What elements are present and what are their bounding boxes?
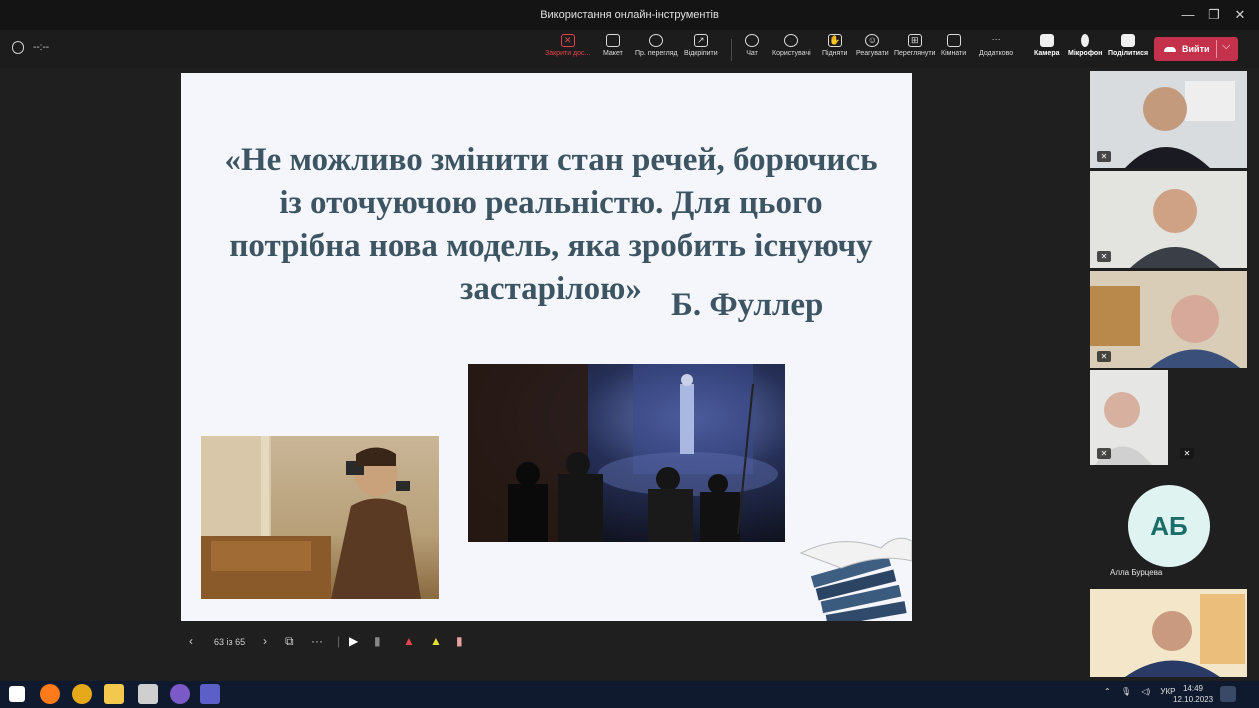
windows-start-icon[interactable] [9, 686, 25, 702]
toolbar-separator [731, 39, 732, 61]
eraser-icon[interactable]: ▮ [456, 634, 463, 648]
slide-author: Б. Фуллер [671, 287, 824, 323]
firefox-icon[interactable] [40, 684, 60, 704]
shared-slide: «Не можливо змінити стан речей, борючись… [181, 73, 912, 621]
pointer-tool-icon[interactable]: ▶ [349, 634, 358, 648]
stop-sharing-button[interactable]: ✕ Закрити дос... [545, 34, 590, 66]
avatar: АБ [1128, 485, 1210, 567]
teams-icon[interactable] [200, 684, 220, 704]
mic-off-icon: ✕ [1097, 351, 1111, 362]
highlighter-icon[interactable]: ▲ [430, 634, 442, 648]
raise-hand-button[interactable]: ✋ Підняти [822, 34, 847, 66]
windows-taskbar: ⌃ 🎙 ◁) УКР 14:49 12.10.2023 [0, 681, 1259, 708]
maximize-icon[interactable]: ❐ [1204, 6, 1224, 24]
share-icon [1121, 34, 1136, 47]
chat-icon [745, 34, 759, 47]
layout-icon [605, 34, 620, 47]
title-bar: Використання онлайн-інструментів — ❐ ✕ [0, 0, 1259, 30]
pen-gray-icon[interactable]: ▮ [374, 634, 381, 648]
people-button[interactable]: Користувачі [772, 34, 811, 66]
pop-out-icon: ↗ [693, 34, 708, 47]
participant-tile-1[interactable]: ✕ [1090, 71, 1247, 168]
eye-icon [649, 34, 664, 47]
window-title: Використання онлайн-інструментів [540, 9, 719, 21]
notifications-icon[interactable] [1220, 686, 1236, 702]
mic-off-icon: ✕ [1180, 448, 1194, 459]
chevron-down-icon[interactable]: ⌵ [1222, 40, 1230, 53]
chrome-icon[interactable] [72, 684, 92, 704]
more-button[interactable]: ··· Додатково [979, 34, 1013, 66]
mic-button[interactable]: Мікрофон [1068, 34, 1102, 66]
mic-off-icon: ✕ [1097, 448, 1111, 459]
phone-hangup-icon [1164, 46, 1176, 52]
participant-tile-4[interactable]: ✕ [1090, 370, 1168, 465]
mic-icon [1081, 34, 1090, 47]
pen-red-icon[interactable]: ▲ [403, 634, 415, 648]
close-share-icon: ✕ [560, 34, 575, 47]
rooms-icon [946, 34, 961, 47]
layout-button[interactable]: Макет [603, 34, 623, 66]
clock[interactable]: 14:49 12.10.2023 [1173, 683, 1213, 705]
mic-tray-icon[interactable]: 🎙 [1121, 687, 1131, 696]
people-icon [784, 34, 799, 47]
slide-navigation: ‹ 63 із 65 › ⧉ ··· | ▶ ▮ ▲ ▲ ▮ [189, 634, 463, 649]
hand-icon: ✋ [827, 34, 842, 47]
smile-icon: ☺ [865, 34, 880, 47]
slide-counter: 63 із 65 [214, 637, 246, 647]
participant-tile-3[interactable]: ✕ [1090, 271, 1247, 368]
system-tray: ⌃ 🎙 ◁) УКР [1104, 687, 1175, 696]
grid-view-icon[interactable]: ⧉ [285, 634, 294, 649]
pop-out-button[interactable]: ↗ Відкріпити [684, 34, 718, 66]
chat-button[interactable]: Чат [745, 34, 759, 66]
mic-off-icon: ✕ [1097, 251, 1111, 262]
leave-button[interactable]: Вийти ⌵ [1154, 37, 1238, 61]
shield-icon [12, 41, 24, 54]
file-explorer-icon[interactable] [104, 684, 124, 704]
hologram-stage-photo [468, 364, 785, 542]
participant-tile-presenter[interactable] [1090, 589, 1247, 677]
meeting-timer: --:-- [33, 42, 50, 53]
close-icon[interactable]: ✕ [1230, 6, 1250, 24]
prev-slide-icon[interactable]: ‹ [189, 634, 193, 648]
react-button[interactable]: ☺ Реагувати [856, 34, 889, 66]
speaker-icon[interactable]: ◁) [1141, 687, 1150, 696]
participant-name: Алла Бурцева [1110, 568, 1163, 577]
private-view-button[interactable]: Пр. перегляд [635, 34, 678, 66]
minimize-icon[interactable]: — [1178, 6, 1198, 24]
rooms-button[interactable]: Кімнати [941, 34, 966, 66]
share-button[interactable]: Поділитися [1108, 34, 1148, 66]
grid-icon: ⊞ [907, 34, 922, 47]
meeting-toolbar: --:-- ✕ Закрити дос... Макет Пр. перегля… [0, 30, 1259, 68]
camera-button[interactable]: Камера [1034, 34, 1060, 66]
next-slide-icon[interactable]: › [263, 634, 267, 648]
calculator-icon[interactable] [138, 684, 158, 704]
chevron-up-icon[interactable]: ⌃ [1104, 687, 1111, 696]
slide-quote: «Не можливо змінити стан речей, борючись… [224, 142, 878, 307]
participant-tile-2[interactable]: ✕ [1090, 171, 1247, 268]
participant-tile-5[interactable]: ✕ [1170, 370, 1247, 465]
camera-icon [1039, 34, 1054, 47]
viber-icon[interactable] [170, 684, 190, 704]
books-illustration [781, 513, 912, 621]
telephone-illustration [201, 436, 439, 599]
more-icon: ··· [991, 34, 1001, 44]
more-options-icon[interactable]: ··· [311, 634, 323, 648]
mic-off-icon: ✕ [1097, 151, 1111, 162]
view-button[interactable]: ⊞ Переглянути [894, 34, 935, 66]
